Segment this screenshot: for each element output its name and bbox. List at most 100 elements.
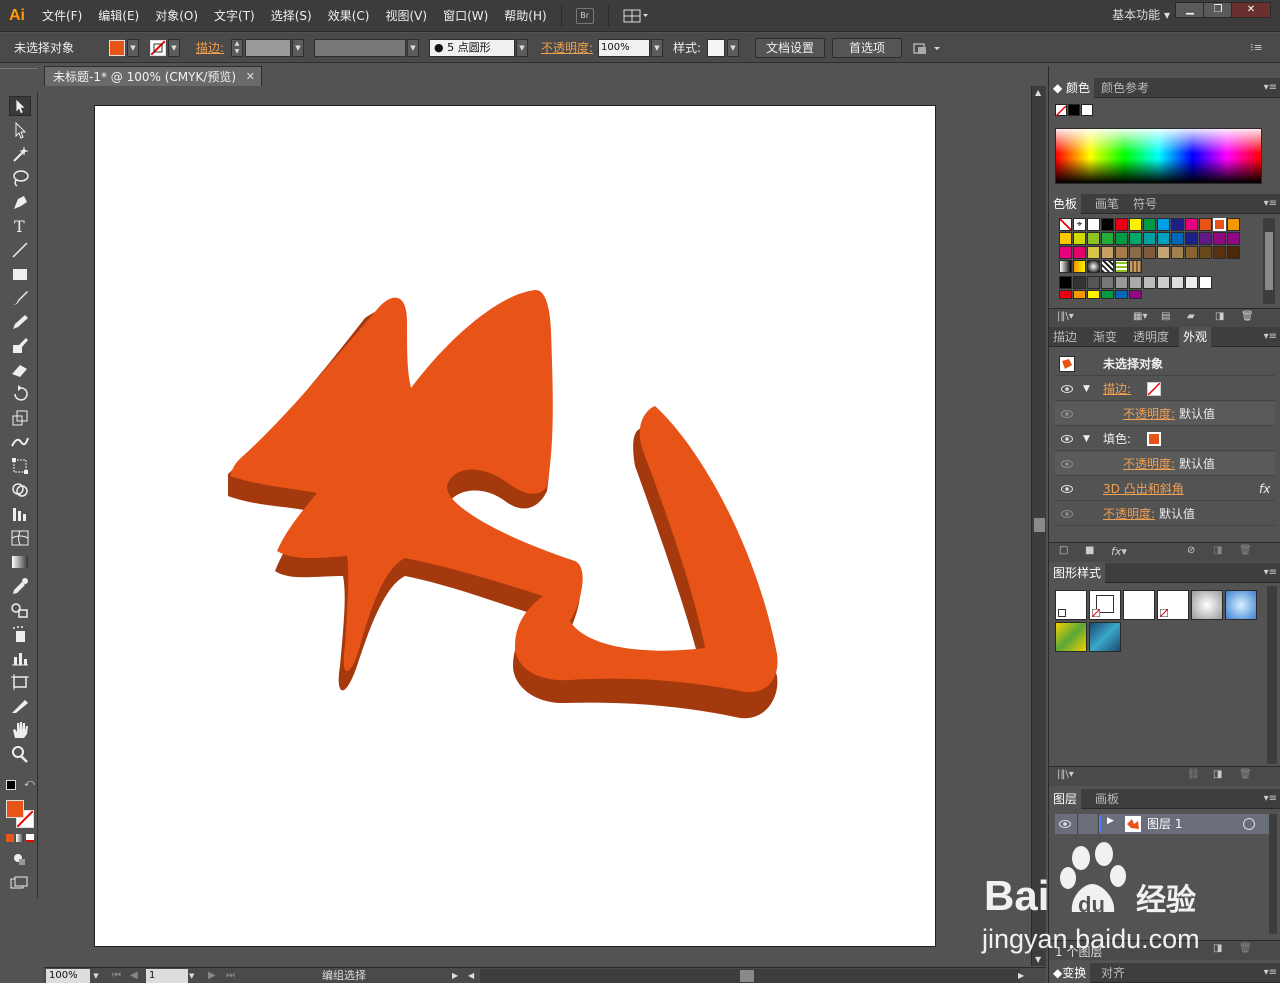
tab-appearance[interactable]: 外观 [1179,327,1212,347]
brush-definition[interactable]: ● 5 点圆形 [429,39,515,57]
color-swatch[interactable] [1185,218,1198,231]
hand-tool-icon[interactable] [9,720,31,740]
tab-graphic-styles[interactable]: 图形样式 [1049,563,1106,583]
color-black-swatch[interactable] [1068,104,1080,116]
bridge-button[interactable]: Br [575,7,594,24]
menu-type[interactable]: 文字(T) [206,0,263,32]
arrange-documents-icon[interactable] [623,8,649,24]
color-swatch[interactable] [1073,260,1086,273]
layer-lock-slot[interactable] [1077,814,1099,834]
color-white-swatch[interactable] [1081,104,1093,116]
stroke-swatch[interactable] [150,40,166,56]
color-swatch[interactable] [1115,218,1128,231]
preferences-button[interactable]: 首选项 [832,38,902,58]
hscroll-thumb[interactable] [740,970,754,982]
appearance-row-stroke[interactable]: ▼ 描边: [1055,377,1275,401]
break-link-icon[interactable]: ⛓ [1187,769,1200,780]
panel-menu-icon[interactable]: ⁝≡ [1250,41,1263,54]
artboard-dropdown[interactable]: ▼ [189,969,194,983]
color-swatch[interactable] [1143,218,1156,231]
gray-swatch[interactable] [1171,276,1184,289]
delete-swatch-icon[interactable]: 🗑 [1241,311,1254,322]
scroll-up-icon[interactable]: ▲ [1035,88,1041,97]
color-swatch[interactable] [1213,246,1226,259]
panel-menu-icon[interactable]: ▾≡ [1264,194,1277,214]
blend-tool-icon[interactable] [9,600,31,620]
color-swatch[interactable] [1087,260,1100,273]
menu-effect[interactable]: 效果(C) [320,0,378,32]
gray-swatch[interactable] [1157,276,1170,289]
color-swatch[interactable] [1227,246,1240,259]
color-swatch[interactable] [1101,260,1114,273]
stroke-weight-label[interactable]: 描边: [196,33,224,63]
bright-swatch[interactable] [1059,290,1072,299]
add-effect-icon[interactable]: fx▾ [1111,545,1127,558]
tab-align[interactable]: 对齐 [1097,963,1129,983]
menu-view[interactable]: 视图(V) [377,0,435,32]
first-artboard-icon[interactable]: ⏮ [112,969,121,983]
panel-menu-icon[interactable]: ▾≡ [1264,327,1277,347]
stroke-row-label[interactable]: 描边: [1103,377,1131,401]
gray-swatch[interactable] [1129,276,1142,289]
paintbrush-tool-icon[interactable] [9,288,31,308]
color-swatch[interactable] [1059,218,1072,231]
swatch-grid[interactable]: ⌖ [1055,218,1259,306]
bright-swatch[interactable] [1115,290,1128,299]
color-swatch[interactable] [1199,218,1212,231]
color-swatch[interactable] [1199,246,1212,259]
tab-gradient[interactable]: 渐变 [1089,327,1121,347]
graphic-style-none[interactable] [1157,590,1189,620]
close-button[interactable]: ✕ [1231,2,1271,18]
swatch-scrollbar[interactable] [1263,218,1275,304]
swap-colors-icon[interactable]: ⤺ [24,778,35,789]
tab-transform[interactable]: ◆变换 [1049,963,1091,983]
zoom-tool-icon[interactable] [9,744,31,764]
eyedropper-tool-icon[interactable] [9,576,31,596]
selection-tool-icon[interactable] [9,96,31,116]
appearance-row-opacity[interactable]: 不透明度: 默认值 [1055,502,1275,526]
prev-artboard-icon[interactable]: ◀ [130,969,138,983]
color-swatch[interactable] [1213,232,1226,245]
visibility-eye-icon[interactable] [1061,509,1073,519]
opacity-dropdown[interactable]: ▼ [651,39,663,57]
gradient-icon[interactable] [16,834,24,842]
direct-selection-tool-icon[interactable] [9,120,31,140]
hscroll-right-icon[interactable]: ▶ [1018,969,1024,983]
close-icon[interactable]: ✕ [246,67,255,87]
layer-name[interactable]: 图层 1 [1147,814,1182,834]
gray-swatch[interactable] [1059,276,1072,289]
menu-edit[interactable]: 编辑(E) [90,0,147,32]
color-swatch[interactable] [1115,232,1128,245]
opacity-field[interactable]: 100% [598,39,650,57]
stroke-none-swatch[interactable] [1147,382,1161,396]
color-swatch[interactable] [1171,232,1184,245]
bright-swatch[interactable] [1073,290,1086,299]
color-swatch[interactable] [1101,218,1114,231]
stroke-dropdown[interactable]: ▼ [168,39,180,57]
lasso-tool-icon[interactable] [9,168,31,188]
color-swatch[interactable] [1157,218,1170,231]
menu-window[interactable]: 窗口(W) [435,0,496,32]
visibility-eye-icon[interactable] [1059,819,1071,829]
appearance-row-3d-effect[interactable]: 3D 凸出和斜角 fx [1055,477,1275,501]
opacity-link[interactable]: 不透明度: [1103,502,1155,526]
mesh-tool-icon[interactable] [9,528,31,548]
graphic-style-white[interactable] [1123,590,1155,620]
style-dropdown[interactable]: ▼ [727,39,739,57]
color-swatch[interactable]: ⌖ [1073,218,1086,231]
panel-menu-icon[interactable]: ▾≡ [1264,563,1277,583]
status-menu-icon[interactable]: ▶ [452,969,458,983]
type-tool-icon[interactable]: T [9,216,31,236]
tab-symbols[interactable]: 符号 [1129,194,1161,214]
workspace-switcher[interactable]: 基本功能 ▾ [1112,0,1170,32]
stroke-stepper[interactable]: ▲ ▼ [231,39,243,57]
add-fill-icon[interactable]: ■ [1085,545,1094,556]
none-icon[interactable] [26,834,34,842]
fill-swatch[interactable] [109,40,125,56]
color-swatch[interactable] [1115,260,1128,273]
menu-help[interactable]: 帮助(H) [496,0,554,32]
color-none-icon[interactable] [1055,104,1067,117]
default-colors-icon[interactable] [6,780,16,790]
drawing-mode-icon[interactable] [12,852,26,866]
tab-transparency[interactable]: 透明度 [1129,327,1173,347]
